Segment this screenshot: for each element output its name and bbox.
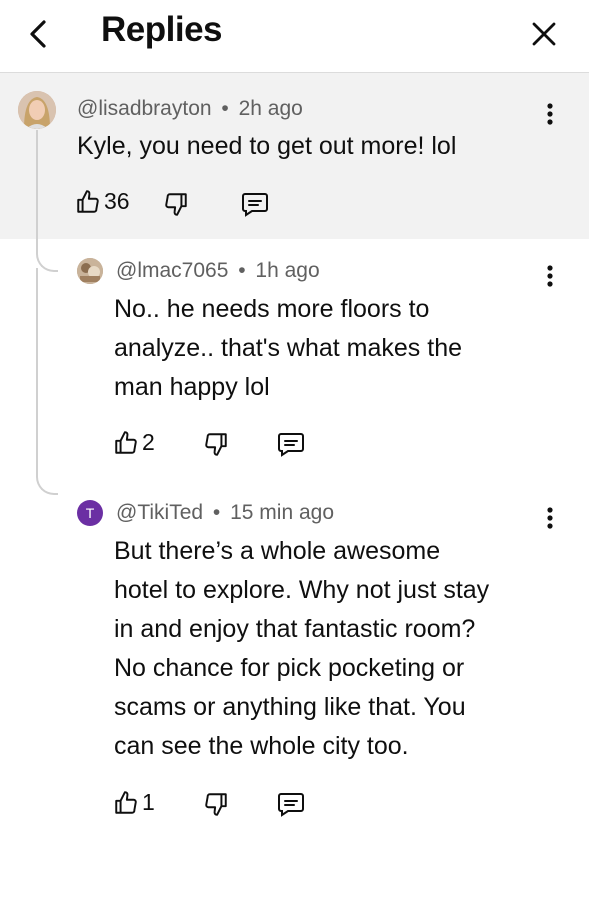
comment-text: No.. he needs more floors to analyze.. t… [114, 295, 463, 401]
like-count: 36 [104, 188, 130, 214]
thread-connector [36, 268, 58, 495]
profile-photo [18, 91, 56, 129]
comment-meta: @lisadbrayton • 2h ago [77, 97, 303, 120]
comment-timestamp: 15 min ago [230, 501, 335, 524]
reply-comment-icon [278, 433, 304, 457]
reply-comment-icon [278, 793, 304, 817]
close-icon [532, 22, 556, 46]
thumbs-up-icon [77, 189, 99, 213]
reply-button[interactable] [277, 431, 305, 457]
back-button[interactable] [18, 14, 58, 54]
dislike-button[interactable] [203, 791, 229, 817]
comment-handle[interactable]: @lmac7065 [116, 259, 228, 282]
more-options-button[interactable] [535, 500, 565, 536]
like-button[interactable]: 36 [75, 188, 130, 215]
thumbs-down-icon [165, 193, 187, 216]
thumbs-up-icon [115, 790, 137, 814]
reply-comment-icon [242, 193, 268, 217]
comment-text: Kyle, you need to get out more! lol [77, 132, 457, 160]
avatar-letter: T [85, 505, 95, 521]
avatar[interactable] [77, 258, 103, 284]
more-options-button[interactable] [535, 258, 565, 294]
reply-button[interactable] [241, 191, 269, 217]
comment-timestamp: 2h ago [238, 97, 303, 120]
like-count: 1 [142, 789, 155, 815]
avatar[interactable] [18, 91, 56, 129]
reply-button[interactable] [277, 791, 305, 817]
like-button[interactable]: 1 [113, 789, 155, 816]
comment-meta: @TikiTed • 15 min ago [116, 501, 335, 524]
more-vertical-icon [547, 103, 553, 125]
comment-text: But there’s a whole awesome hotel to exp… [114, 537, 490, 760]
thumbs-down-icon [205, 793, 227, 816]
thread-connector [36, 130, 58, 272]
comment-meta: @lmac7065 • 1h ago [116, 259, 320, 282]
page-title: Replies [101, 10, 223, 49]
close-button[interactable] [524, 14, 564, 54]
more-vertical-icon [547, 507, 553, 529]
avatar[interactable]: T [77, 500, 103, 526]
comment-handle[interactable]: @lisadbrayton [77, 97, 212, 120]
more-options-button[interactable] [535, 96, 565, 132]
thumbs-up-icon [115, 430, 137, 454]
comment-timestamp: 1h ago [255, 259, 320, 282]
profile-photo [77, 258, 103, 284]
dislike-button[interactable] [203, 431, 229, 457]
dislike-button[interactable] [163, 191, 189, 217]
chevron-left-icon [30, 20, 46, 48]
like-count: 2 [142, 429, 155, 455]
like-button[interactable]: 2 [113, 429, 155, 456]
thumbs-down-icon [205, 433, 227, 456]
replies-header: Replies [0, 0, 589, 73]
more-vertical-icon [547, 265, 553, 287]
comment-handle[interactable]: @TikiTed [116, 501, 203, 524]
